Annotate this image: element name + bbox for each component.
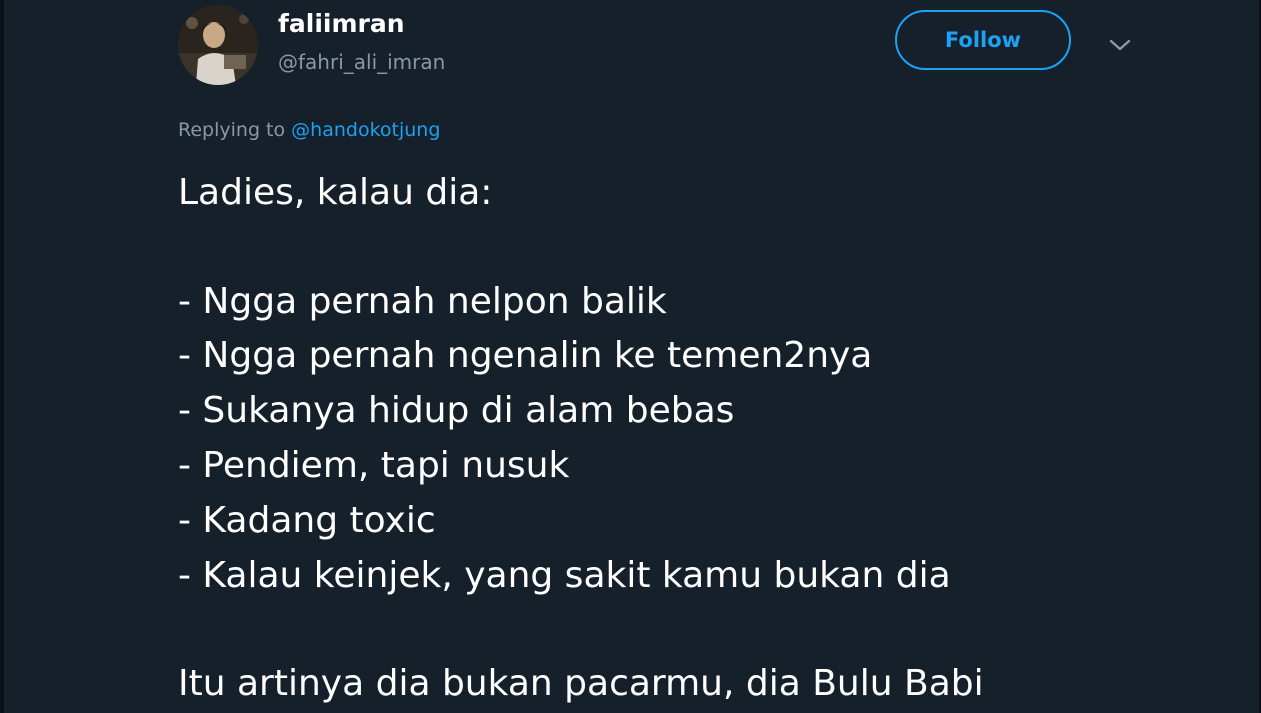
tweet-text-line: - Ngga pernah ngenalin ke temen2nya [178,335,873,376]
tweet-text-line: - Sukanya hidup di alam bebas [178,390,735,431]
reply-mention-link[interactable]: @handokotjung [291,119,440,141]
tweet-menu-button[interactable] [1106,35,1134,55]
user-handle[interactable]: @fahri_ali_imran [278,50,445,74]
frame-border-left [0,0,4,713]
follow-button[interactable]: Follow [895,10,1071,70]
tweet-text-line: Itu artinya dia bukan pacarmu, dia Bulu … [178,663,984,704]
replying-to: Replying to @handokotjung [178,119,440,141]
tweet-text-line: - Kalau keinjek, yang sakit kamu bukan d… [178,555,951,596]
tweet-text-line: - Pendiem, tapi nusuk [178,445,570,486]
replying-to-label: Replying to [178,119,286,141]
tweet-text-line: Ladies, kalau dia: [178,172,493,213]
avatar[interactable] [178,5,258,85]
display-name[interactable]: faliimran [278,9,405,38]
profile-photo-icon [178,5,258,85]
chevron-down-icon [1109,39,1131,51]
tweet-text-line: - Kadang toxic [178,500,436,541]
tweet-text-line: - Ngga pernah nelpon balik [178,281,667,322]
